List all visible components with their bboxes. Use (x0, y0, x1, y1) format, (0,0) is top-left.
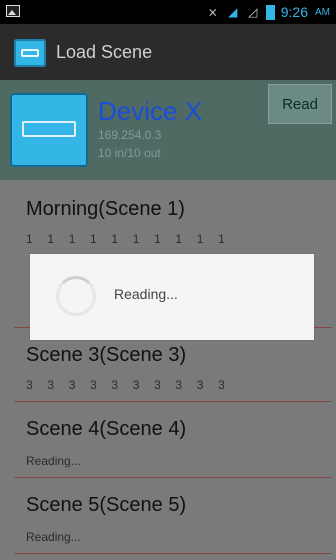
read-button[interactable]: Read (268, 84, 332, 124)
scene-status: Reading... (26, 530, 81, 544)
scene-list: Morning(Scene 1) 1 1 1 1 1 1 1 1 1 1 Sce… (0, 180, 336, 560)
scene-status: Reading... (26, 454, 81, 468)
image-icon (6, 5, 20, 17)
device-icon (10, 93, 88, 167)
device-card: Device X 169.254.0.3 10 in/10 out Read (0, 80, 336, 180)
signal-icon: ◿ (248, 5, 258, 19)
list-item[interactable]: Morning(Scene 1) 1 1 1 1 1 1 1 1 1 1 (0, 180, 336, 254)
status-icons: ⨯ ◢ ◿ 9:26 AM (206, 3, 330, 21)
scene-values: 1 1 1 1 1 1 1 1 1 1 (26, 232, 225, 246)
spinner-icon (56, 276, 96, 316)
list-item[interactable]: Scene 4(Scene 4) Reading... (0, 402, 336, 476)
scene-title: Scene 4(Scene 4) (26, 418, 187, 440)
wifi-icon: ◢ (228, 5, 238, 19)
mute-icon: ⨯ (207, 5, 218, 19)
status-bar: ⨯ ◢ ◿ 9:26 AM (0, 0, 336, 24)
app-icon[interactable] (14, 39, 46, 67)
page-title: Load Scene (56, 42, 153, 62)
scene-title: Scene 5(Scene 5) (26, 494, 187, 516)
action-bar: Load Scene (0, 24, 336, 80)
row-divider (14, 553, 332, 554)
device-name: Device X (98, 96, 203, 126)
loading-text: Reading... (114, 286, 178, 302)
clock-ampm: AM (315, 6, 330, 18)
device-ip: 169.254.0.3 (98, 128, 162, 142)
device-io: 10 in/10 out (98, 146, 161, 160)
battery-icon (265, 4, 275, 20)
scene-title: Morning(Scene 1) (26, 198, 185, 220)
list-item[interactable]: Scene 5(Scene 5) Reading... (0, 478, 336, 552)
clock-time: 9:26 (280, 4, 308, 20)
scene-title: Scene 3(Scene 3) (26, 344, 187, 366)
scene-values: 3 3 3 3 3 3 3 3 3 3 (26, 378, 225, 392)
loading-dialog: Reading... (30, 254, 314, 340)
